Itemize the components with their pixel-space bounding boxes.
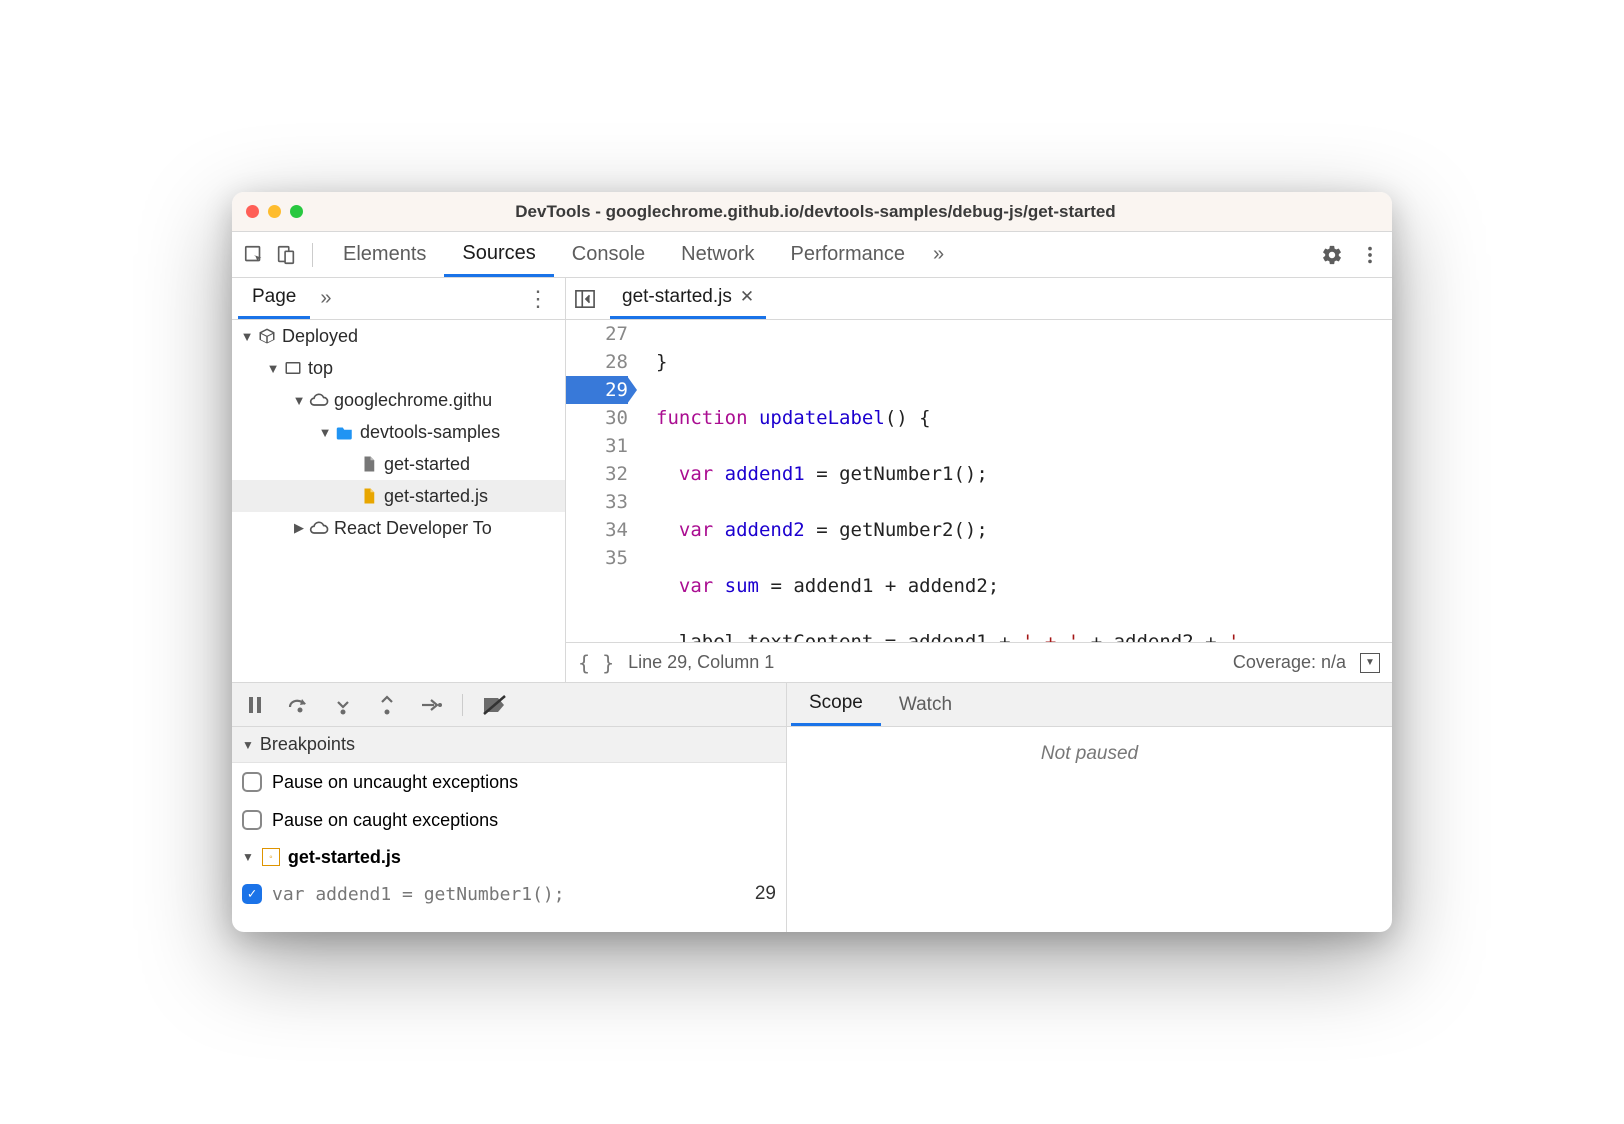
file-tree: ▼ Deployed ▼ top ▼ bbox=[232, 320, 565, 682]
debugger-pane: ▼ Breakpoints Pause on uncaught exceptio… bbox=[232, 682, 1392, 932]
tree-file-html[interactable]: get-started bbox=[232, 448, 565, 480]
debugger-right: Scope Watch Not paused bbox=[787, 683, 1392, 932]
debug-controls bbox=[232, 683, 786, 727]
tab-sources[interactable]: Sources bbox=[444, 232, 553, 277]
breakpoint-line-number: 29 bbox=[755, 883, 776, 905]
panel-tabs: Elements Sources Console Network Perform… bbox=[325, 232, 954, 277]
tree-deployed[interactable]: ▼ Deployed bbox=[232, 320, 565, 352]
tab-network[interactable]: Network bbox=[663, 232, 772, 277]
cursor-position: Line 29, Column 1 bbox=[628, 652, 774, 673]
deployed-cube-icon bbox=[256, 327, 278, 345]
breakpoint-marker[interactable]: 29 bbox=[566, 376, 628, 404]
cloud-icon bbox=[308, 392, 330, 408]
not-paused-message: Not paused bbox=[787, 727, 1392, 932]
editor-status-bar: { } Line 29, Column 1 Coverage: n/a ▼ bbox=[566, 642, 1392, 682]
checkbox-uncaught[interactable] bbox=[242, 772, 262, 792]
step-out-icon[interactable] bbox=[374, 692, 400, 718]
tab-watch[interactable]: Watch bbox=[881, 683, 970, 726]
code-content: } function updateLabel() { var addend1 =… bbox=[638, 320, 1392, 642]
navigator-more-chevron-icon[interactable]: » bbox=[310, 287, 341, 310]
pause-resume-icon[interactable] bbox=[242, 692, 268, 718]
close-tab-icon[interactable]: ✕ bbox=[740, 287, 754, 307]
titlebar: DevTools - googlechrome.github.io/devtoo… bbox=[232, 192, 1392, 232]
minimize-window-button[interactable] bbox=[268, 205, 281, 218]
breakpoint-file-header[interactable]: ▼ ◦ get-started.js bbox=[232, 839, 786, 875]
devtools-window: DevTools - googlechrome.github.io/devtoo… bbox=[232, 192, 1392, 932]
window-title: DevTools - googlechrome.github.io/devtoo… bbox=[303, 202, 1378, 222]
breakpoint-file-icon: ◦ bbox=[262, 848, 280, 866]
coverage-label: Coverage: n/a bbox=[1233, 652, 1346, 673]
tree-top[interactable]: ▼ top bbox=[232, 352, 565, 384]
editor-pane: get-started.js ✕ 27 28 29 30 31 32 33 34… bbox=[566, 278, 1392, 682]
step-icon[interactable] bbox=[418, 692, 444, 718]
kebab-menu-icon[interactable] bbox=[1356, 241, 1384, 269]
step-over-icon[interactable] bbox=[286, 692, 312, 718]
breakpoint-entry[interactable]: ✓ var addend1 = getNumber1(); 29 bbox=[232, 875, 786, 913]
navigator-pane: Page » ⋮ ▼ Deployed ▼ top bbox=[232, 278, 566, 682]
tree-folder[interactable]: ▼ devtools-samples bbox=[232, 416, 565, 448]
editor-dropdown-icon[interactable]: ▼ bbox=[1360, 653, 1380, 673]
tree-react-devtools[interactable]: ▶ React Developer To bbox=[232, 512, 565, 544]
close-window-button[interactable] bbox=[246, 205, 259, 218]
js-file-icon bbox=[358, 487, 380, 505]
debugger-left: ▼ Breakpoints Pause on uncaught exceptio… bbox=[232, 683, 787, 932]
editor-tabs: get-started.js ✕ bbox=[566, 278, 1392, 320]
deactivate-breakpoints-icon[interactable] bbox=[481, 694, 509, 716]
pause-uncaught-row[interactable]: Pause on uncaught exceptions bbox=[232, 763, 786, 801]
step-into-icon[interactable] bbox=[330, 692, 356, 718]
tab-console[interactable]: Console bbox=[554, 232, 663, 277]
editor-tab-get-started-js[interactable]: get-started.js ✕ bbox=[610, 278, 766, 319]
gutter[interactable]: 27 28 29 30 31 32 33 34 35 bbox=[566, 320, 638, 642]
pretty-print-icon[interactable]: { } bbox=[578, 651, 614, 675]
folder-icon bbox=[334, 424, 356, 440]
tab-scope[interactable]: Scope bbox=[791, 683, 881, 726]
tree-file-js[interactable]: get-started.js bbox=[232, 480, 565, 512]
toggle-navigator-icon[interactable] bbox=[570, 284, 600, 314]
cloud-icon bbox=[308, 520, 330, 536]
tree-host[interactable]: ▼ googlechrome.githu bbox=[232, 384, 565, 416]
code-editor[interactable]: 27 28 29 30 31 32 33 34 35 } function up… bbox=[566, 320, 1392, 642]
divider bbox=[312, 243, 313, 267]
zoom-window-button[interactable] bbox=[290, 205, 303, 218]
document-icon bbox=[358, 455, 380, 473]
navigator-tab-page[interactable]: Page bbox=[238, 278, 310, 319]
scope-watch-tabs: Scope Watch bbox=[787, 683, 1392, 727]
navigator-kebab-icon[interactable]: ⋮ bbox=[517, 286, 559, 312]
checkbox-breakpoint[interactable]: ✓ bbox=[242, 884, 262, 904]
breakpoints-header[interactable]: ▼ Breakpoints bbox=[232, 727, 786, 763]
window-controls bbox=[246, 205, 303, 218]
device-toolbar-icon[interactable] bbox=[272, 241, 300, 269]
navigator-tabs: Page » ⋮ bbox=[232, 278, 565, 320]
main-toolbar: Elements Sources Console Network Perform… bbox=[232, 232, 1392, 278]
checkbox-caught[interactable] bbox=[242, 810, 262, 830]
settings-gear-icon[interactable] bbox=[1318, 241, 1346, 269]
pause-caught-row[interactable]: Pause on caught exceptions bbox=[232, 801, 786, 839]
inspect-element-icon[interactable] bbox=[240, 241, 268, 269]
frame-icon bbox=[282, 359, 304, 377]
tab-performance[interactable]: Performance bbox=[773, 232, 924, 277]
tab-elements[interactable]: Elements bbox=[325, 232, 444, 277]
more-tabs-chevron-icon[interactable]: » bbox=[923, 243, 954, 266]
